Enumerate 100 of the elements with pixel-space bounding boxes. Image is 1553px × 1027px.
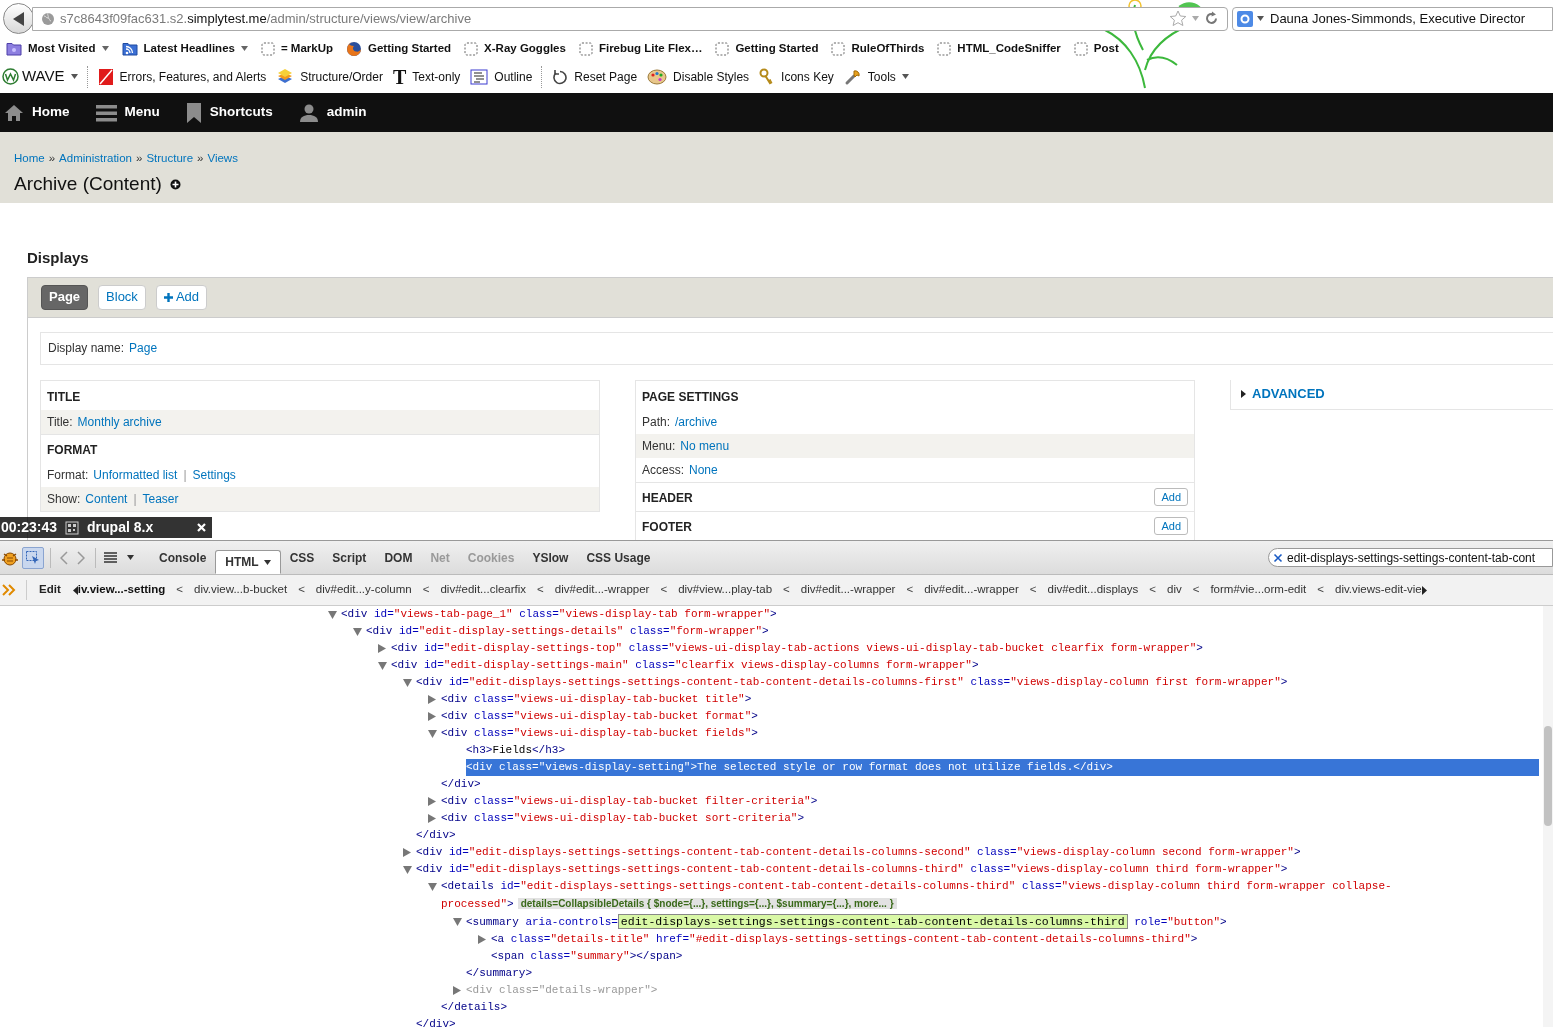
setting-link[interactable]: Content xyxy=(85,489,128,508)
add-button[interactable]: Add xyxy=(1154,487,1188,506)
setting-link[interactable]: None xyxy=(689,460,718,479)
collapsed-triangle-icon[interactable] xyxy=(428,712,436,721)
display-tab[interactable]: Page xyxy=(41,284,89,310)
path-item[interactable]: div xyxy=(1167,581,1182,599)
bookmark-item[interactable]: Firebug Lite Flex… xyxy=(578,39,703,58)
code-line[interactable]: </details> xyxy=(441,999,1539,1016)
toolbar-button[interactable]: Disable Styles xyxy=(647,65,750,88)
code-line[interactable]: </div> xyxy=(416,1016,1539,1027)
path-item[interactable]: div#view...play-tab xyxy=(678,581,773,599)
code-line[interactable]: <div class="views-ui-display-tab-bucket filter-criteria"> xyxy=(441,793,1539,810)
code-line[interactable]: <div id="edit-display-settings-details" class="form-wrapper"> xyxy=(366,623,1539,640)
code-line[interactable]: <div id="edit-displays-settings-settings-content-tab-content-details-columns-first" class="views-display-column first form-wrapper"> xyxy=(416,674,1539,691)
code-line[interactable]: <div id="views-tab-page_1" class="views-display-tab form-wrapper"> xyxy=(341,606,1539,623)
path-item[interactable]: div#edit...-wrapper xyxy=(800,581,896,599)
code-line[interactable]: <div id="edit-display-settings-top" class="views-ui-display-tab-actions views-ui-display-tab-bucket clearfix form-wrapper"> xyxy=(391,640,1539,657)
toolbar-button[interactable]: Icons Key xyxy=(759,65,834,88)
bookmark-item[interactable]: HTML_CodeSniffer xyxy=(937,39,1061,58)
collapsed-triangle-icon[interactable] xyxy=(428,814,436,823)
expanded-triangle-icon[interactable] xyxy=(378,661,387,670)
setting-link[interactable]: Settings xyxy=(192,465,236,484)
bookmark-item[interactable]: Latest Headlines xyxy=(121,39,248,58)
path-item[interactable]: form#vie...orm-edit xyxy=(1210,581,1307,599)
display-name-link[interactable]: Page xyxy=(129,339,158,357)
add-button[interactable]: Add xyxy=(1154,516,1188,535)
panel-tab[interactable]: Script xyxy=(323,545,376,570)
panel-tab[interactable]: YSlow xyxy=(523,545,578,570)
scrollbar-thumb[interactable] xyxy=(1544,726,1552,826)
code-line[interactable]: <div class="views-ui-display-tab-bucket fields"> xyxy=(441,725,1539,742)
bookmark-item[interactable]: RuleOfThirds xyxy=(831,39,925,58)
toolbar-link[interactable]: admin xyxy=(298,102,367,123)
toolbar-button[interactable]: Reset Page xyxy=(552,65,638,88)
breadcrumb-link[interactable]: Views xyxy=(207,150,238,168)
collapsed-triangle-icon[interactable] xyxy=(403,848,411,857)
scrollbar[interactable] xyxy=(1543,606,1553,1027)
code-line[interactable]: <details id="edit-displays-settings-settings-content-tab-content-details-columns-third" class="views-display-column third form-wrapper collapse- xyxy=(441,878,1539,895)
toolbar-button[interactable]: Tools xyxy=(843,65,909,88)
expanded-triangle-icon[interactable] xyxy=(403,865,412,874)
bookmark-item[interactable]: Most Visited xyxy=(6,39,109,58)
breadcrumb-link[interactable]: Home xyxy=(14,150,45,168)
path-item[interactable]: div#edit...clearfix xyxy=(440,581,527,599)
setting-link[interactable]: Monthly archive xyxy=(77,412,162,431)
breadcrumb-link[interactable]: Structure xyxy=(146,150,194,168)
panel-tab[interactable]: CSS Usage xyxy=(577,545,660,570)
bookmark-item[interactable]: Post xyxy=(1073,39,1119,58)
attribute-edit-field[interactable]: edit-displays-settings-settings-content-tab-content-details-columns-third xyxy=(617,914,1128,929)
bookmark-item[interactable]: Getting Started xyxy=(715,39,819,58)
panel-tab[interactable]: DOM xyxy=(375,545,422,570)
code-line[interactable]: </summary> xyxy=(466,965,1539,982)
toolbar-link[interactable]: Shortcuts xyxy=(185,102,273,123)
search-field[interactable]: edit-displays-settings-settings-content-tab-cont xyxy=(1268,548,1553,567)
inspect-button[interactable] xyxy=(22,546,44,569)
code-line[interactable]: <div class="views-ui-display-tab-bucket format"> xyxy=(441,708,1539,725)
setting-link[interactable]: No menu xyxy=(680,436,730,455)
display-tab[interactable]: Block xyxy=(98,284,146,310)
panel-tab[interactable]: HTML xyxy=(215,550,281,574)
toolbar-button[interactable]: WAVE xyxy=(2,65,88,88)
expanded-triangle-icon[interactable] xyxy=(328,610,337,619)
path-item[interactable]: div#edit...y-column xyxy=(315,581,412,599)
code-line[interactable]: <span class="summary"></span> xyxy=(491,948,1539,965)
code-line[interactable]: <a class="details-title" href="#edit-displays-settings-settings-content-tab-content-details-columns-third"> xyxy=(491,931,1539,948)
panel-tab[interactable]: CSS xyxy=(280,545,324,570)
bookmark-item[interactable]: = MarkUp xyxy=(260,39,334,58)
code-line[interactable]: <div id="edit-displays-settings-settings-content-tab-content-details-columns-third" class="views-display-column third form-wrapper"> xyxy=(416,861,1539,878)
setting-link[interactable]: /archive xyxy=(675,412,718,431)
toolbar-link[interactable]: Menu xyxy=(95,102,160,123)
bookmark-item[interactable]: X-Ray Goggles xyxy=(464,39,566,58)
toolbar-button[interactable]: T Text-only xyxy=(392,65,461,88)
panel-tab[interactable]: Console xyxy=(150,545,216,570)
toolbar-button[interactable]: Outline xyxy=(470,65,543,88)
toolbar-link[interactable]: Home xyxy=(4,102,70,123)
edit-button[interactable]: Edit xyxy=(27,581,73,599)
code-line[interactable]: <h3>Fields</h3> xyxy=(466,742,1539,759)
path-item[interactable]: div#edit...displays xyxy=(1047,581,1139,599)
collapsed-triangle-icon[interactable] xyxy=(428,695,436,704)
toolbar-button[interactable]: Structure/Order xyxy=(276,65,383,88)
path-item[interactable]: div.views-edit-vie xyxy=(1335,581,1422,599)
code-line[interactable]: <div class="views-ui-display-tab-bucket sort-criteria"> xyxy=(441,810,1539,827)
path-item[interactable]: div#edit...-wrapper xyxy=(924,581,1019,599)
collapsed-triangle-icon[interactable] xyxy=(478,935,486,944)
code-line[interactable]: <div id="edit-displays-settings-settings-content-tab-content-details-columns-second" class="views-display-column second form-wrapper"> xyxy=(416,844,1539,861)
display-tab[interactable]: Add xyxy=(155,284,207,310)
code-line[interactable]: </div> xyxy=(416,827,1539,844)
breadcrumb-link[interactable]: Administration xyxy=(59,150,132,168)
collapsed-triangle-icon[interactable] xyxy=(453,986,461,995)
address-bar[interactable]: s7c8643f09fac631.s2.simplytest.me/admin/structure/views/view/archive xyxy=(32,6,1228,31)
expanded-triangle-icon[interactable] xyxy=(403,678,412,687)
expanded-triangle-icon[interactable] xyxy=(353,627,362,636)
setting-link[interactable]: Teaser xyxy=(142,489,179,508)
back-button[interactable] xyxy=(3,3,34,34)
bookmark-item[interactable]: Getting Started xyxy=(346,39,452,58)
toolbar-button[interactable]: Errors, Features, and Alerts xyxy=(97,65,267,88)
path-item[interactable]: div.view...b-bucket xyxy=(194,581,288,599)
expanded-triangle-icon[interactable] xyxy=(453,917,462,926)
expanded-triangle-icon[interactable] xyxy=(428,882,437,891)
expanded-triangle-icon[interactable] xyxy=(428,729,437,738)
advanced-toggle-link[interactable]: ADVANCED xyxy=(1252,384,1325,404)
code-line[interactable]: </div> xyxy=(441,776,1539,793)
setting-link[interactable]: Unformatted list xyxy=(93,465,178,484)
